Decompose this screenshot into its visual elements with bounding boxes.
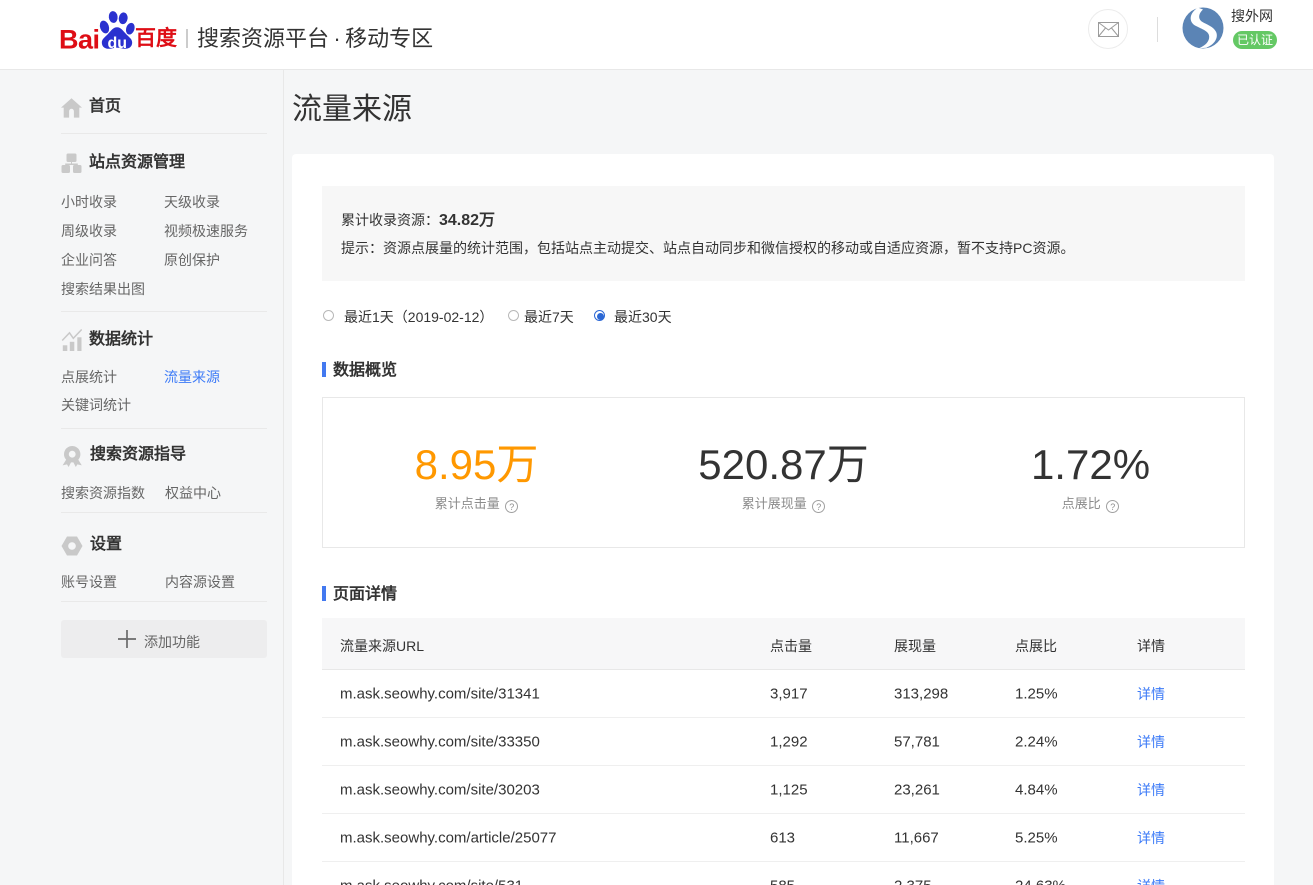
svg-text:百度: 百度 — [135, 26, 177, 50]
svg-text:du: du — [108, 35, 128, 52]
svg-text:Bai: Bai — [59, 25, 100, 55]
